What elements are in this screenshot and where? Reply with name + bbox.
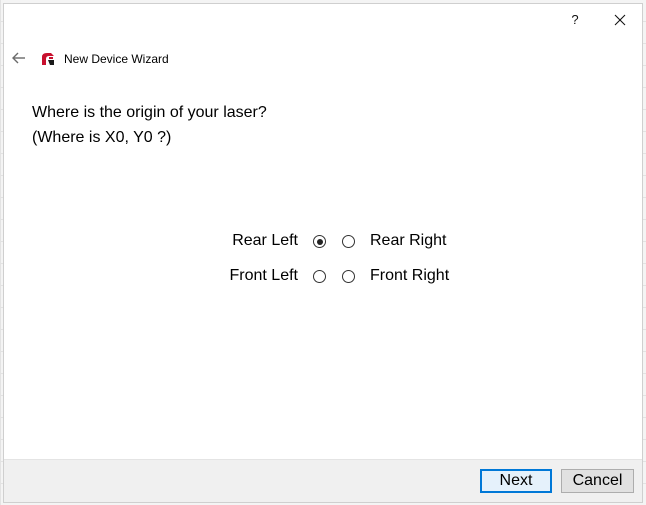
wizard-title: New Device Wizard (64, 52, 169, 66)
app-logo-icon (40, 51, 56, 67)
back-arrow-icon (12, 52, 25, 64)
front-right-label: Front Right (370, 267, 450, 284)
title-bar: ? (4, 4, 642, 36)
question-line-1: Where is the origin of your laser? (32, 104, 267, 121)
close-button[interactable] (604, 8, 636, 32)
back-button[interactable] (10, 50, 28, 66)
rear-right-radio[interactable] (342, 235, 355, 248)
front-left-label: Front Left (229, 267, 298, 284)
rear-left-label: Rear Left (232, 232, 298, 249)
next-button[interactable]: Next (480, 469, 552, 493)
question-line-2: (Where is X0, Y0 ?) (32, 129, 172, 146)
wizard-header: New Device Wizard (4, 44, 642, 74)
front-right-radio[interactable] (342, 270, 355, 283)
front-left-radio[interactable] (313, 270, 326, 283)
rear-left-radio[interactable] (313, 235, 326, 248)
close-icon (614, 14, 626, 26)
wizard-dialog: ? New Device Wizard Where is the origin … (3, 3, 643, 503)
cancel-button[interactable]: Cancel (561, 469, 634, 493)
origin-question: Where is the origin of your laser? (Wher… (32, 100, 267, 150)
help-button[interactable]: ? (560, 8, 590, 32)
wizard-footer: Next Cancel (4, 459, 642, 502)
radio-selected-dot (316, 238, 323, 245)
rear-right-label: Rear Right (370, 232, 447, 249)
